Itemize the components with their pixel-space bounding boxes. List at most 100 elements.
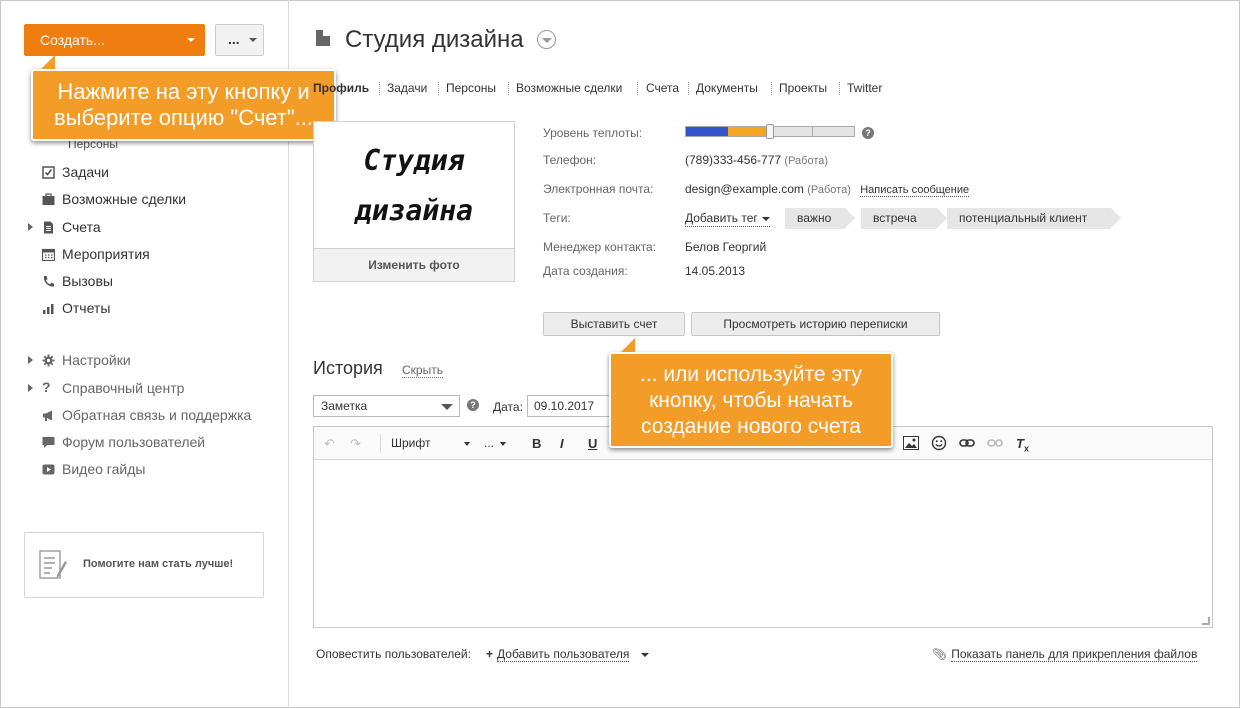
callout-text: ... или используйте эту кнопку, чтобы на… <box>639 363 863 438</box>
tab-tasks[interactable]: Задачи <box>387 80 427 96</box>
date-value: 09.10.2017 <box>534 399 595 413</box>
sidebar-item-label: Форум пользователей <box>62 434 206 450</box>
create-button-label: Создать... <box>40 32 105 48</box>
expand-arrow-icon[interactable] <box>28 356 33 364</box>
tag-chip[interactable]: встреча <box>861 208 947 229</box>
callout-tail <box>41 55 55 69</box>
chevron-down-icon <box>464 441 471 446</box>
change-photo-button[interactable]: Изменить фото <box>314 248 514 281</box>
help-icon[interactable]: ? <box>862 127 874 139</box>
bold-icon[interactable]: B <box>532 435 541 452</box>
unlink-icon[interactable] <box>987 437 1003 449</box>
photo-logo-text: Студия дизайна <box>354 144 473 227</box>
tab-deals[interactable]: Возможные сделки <box>516 80 622 96</box>
add-user-dropdown[interactable]: + Добавить пользователя <box>486 647 649 662</box>
help-icon[interactable]: ? <box>467 399 479 411</box>
chevron-down-icon <box>441 404 453 410</box>
feedback-banner[interactable]: Помогите нам стать лучше! <box>24 532 264 598</box>
date-label: Дата: <box>493 400 523 414</box>
sidebar-item-label: Счета <box>62 219 101 235</box>
chevron-down-icon <box>640 652 649 657</box>
warmth-slider[interactable] <box>685 124 855 139</box>
date-input[interactable]: 09.10.2017 <box>527 395 611 417</box>
tab-separator <box>688 82 689 95</box>
sidebar-item-label: Обратная связь и поддержка <box>62 407 252 423</box>
tooltip-callout-top: Нажмите на эту кнопку и выберите опцию "… <box>31 55 336 141</box>
tab-profile[interactable]: Профиль <box>313 80 369 96</box>
redo-icon[interactable]: ↷ <box>350 435 361 452</box>
phone-value: (789)333-456-777 (Работа) <box>685 153 828 167</box>
feedback-label: Помогите нам стать лучше! <box>83 558 234 570</box>
gear-icon <box>42 354 55 367</box>
tags-label: Теги: <box>543 211 571 225</box>
history-hide-link[interactable]: Скрыть <box>402 363 443 378</box>
tab-persons[interactable]: Персоны <box>446 80 496 96</box>
email-address[interactable]: design@example.com <box>685 182 804 196</box>
tab-documents[interactable]: Документы <box>696 80 758 96</box>
play-icon <box>42 464 55 475</box>
megaphone-icon <box>43 410 52 421</box>
add-tag-dropdown[interactable]: Добавить тег <box>685 211 770 227</box>
warmth-label: Уровень теплоты: <box>543 126 643 140</box>
title-dropdown-icon[interactable] <box>537 30 556 49</box>
manager-value: Белов Георгий <box>685 240 767 254</box>
building-icon <box>316 30 330 46</box>
phone-icon <box>43 276 54 287</box>
sidebar-item-label: Настройки <box>62 352 131 368</box>
italic-icon[interactable]: I <box>560 435 564 452</box>
created-label: Дата создания: <box>543 264 628 278</box>
history-type-value: Заметка <box>321 399 368 413</box>
tooltip-callout-bottom: ... или используйте эту кнопку, чтобы на… <box>609 338 893 448</box>
create-invoice-button[interactable]: Выставить счет <box>543 312 685 336</box>
link-icon[interactable] <box>959 437 975 449</box>
create-button[interactable]: Создать... <box>24 24 205 56</box>
history-type-select[interactable]: Заметка <box>313 395 460 417</box>
view-history-button[interactable]: Просмотреть историю переписки <box>691 312 940 336</box>
undo-icon[interactable]: ↶ <box>324 435 335 452</box>
calendar-icon <box>42 248 55 261</box>
history-title: История <box>313 358 383 378</box>
more-button[interactable]: ... <box>215 24 264 56</box>
rich-text-editor[interactable]: ↶ ↷ Шрифт ... B I U Tx <box>313 426 1213 628</box>
callout-tail <box>621 338 635 352</box>
briefcase-icon <box>42 193 55 205</box>
tab-projects[interactable]: Проекты <box>779 80 827 96</box>
attach-files-link[interactable]: 📎︎ Показать панель для прикрепления файло… <box>932 647 1198 662</box>
chevron-down-icon <box>187 38 195 42</box>
sidebar-item-label: Возможные сделки <box>62 191 187 207</box>
chat-icon <box>42 437 55 448</box>
warmth-slider-handle[interactable] <box>766 124 774 139</box>
clear-format-icon[interactable]: Tx <box>1016 435 1029 458</box>
tag-chip[interactable]: потенциальный клиент <box>947 208 1121 229</box>
tab-separator <box>508 82 509 95</box>
tab-separator <box>379 82 380 95</box>
sidebar-item-label: Справочный центр <box>62 380 185 396</box>
page-title: Студия дизайна <box>345 26 524 53</box>
manager-label: Менеджер контакта: <box>543 240 657 254</box>
chevron-down-icon <box>500 441 507 446</box>
underline-icon[interactable]: U <box>588 435 597 452</box>
expand-arrow-icon[interactable] <box>28 384 33 392</box>
chevron-down-icon <box>761 216 770 221</box>
resize-handle-icon[interactable] <box>1202 617 1210 625</box>
plus-icon: + <box>486 647 494 661</box>
email-value: design@example.com (Работа) Написать соо… <box>685 182 970 197</box>
tab-twitter[interactable]: Twitter <box>847 80 882 96</box>
attach-files-label: Показать панель для прикрепления файлов <box>951 647 1198 662</box>
image-icon[interactable] <box>903 436 919 450</box>
phone-number: (789)333-456-777 <box>685 153 782 167</box>
email-type: (Работа) <box>807 184 851 196</box>
check-square-icon <box>42 166 55 179</box>
smiley-icon[interactable] <box>931 435 947 451</box>
sidebar-item-label: Видео гайды <box>62 461 146 477</box>
add-user-label: Добавить пользователя <box>497 647 630 662</box>
tag-chip[interactable]: важно <box>785 208 855 229</box>
expand-arrow-icon[interactable] <box>28 223 33 231</box>
tab-invoices[interactable]: Счета <box>646 80 679 96</box>
sidebar-item-label: Отчеты <box>62 300 111 316</box>
warmth-segment-warm <box>728 127 770 136</box>
font-dropdown[interactable]: Шрифт <box>391 435 471 452</box>
write-message-link[interactable]: Написать сообщение <box>860 184 970 197</box>
warmth-segment-cold <box>686 127 728 136</box>
font-size-dropdown[interactable]: ... <box>484 435 507 452</box>
